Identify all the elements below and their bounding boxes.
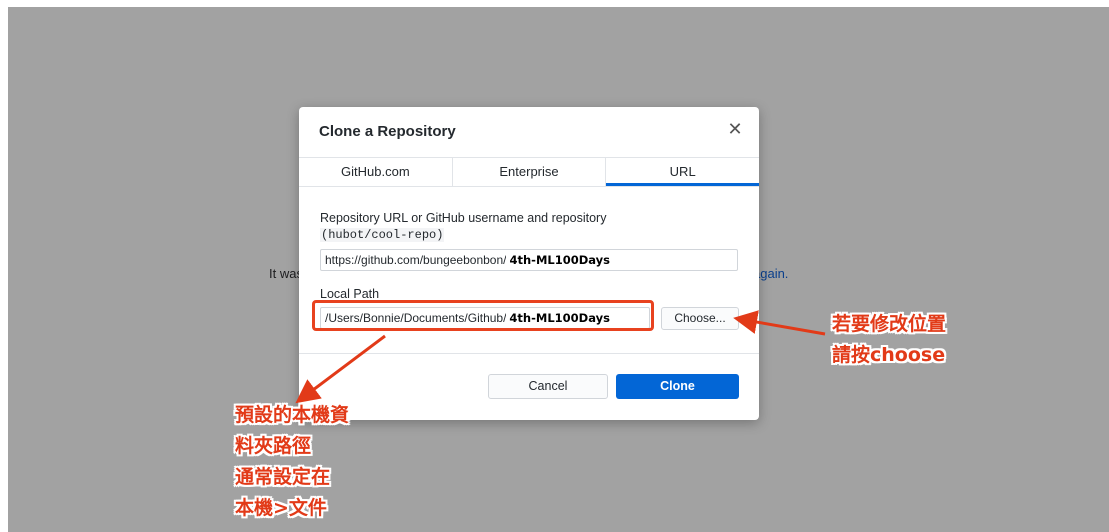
annotation-left-line: 通常設定在 <box>235 466 331 488</box>
annotation-left-line: 本機>文件 <box>235 497 327 519</box>
arrow-from-path-input <box>295 334 386 404</box>
annotation-right-line: 請按choose <box>832 344 946 366</box>
arrow-to-choose-button <box>733 310 826 336</box>
annotation-default-path-hint: 預設的本機資 料夾路徑 通常設定在 本機>文件 <box>235 400 395 524</box>
annotation-arrows <box>295 310 826 404</box>
annotation-left-line: 預設的本機資 <box>235 404 350 426</box>
annotation-left-line: 料夾路徑 <box>235 435 312 457</box>
annotation-choose-hint: 若要修改位置 請按choose <box>832 309 992 371</box>
annotation-right-line: 若要修改位置 <box>832 313 947 335</box>
